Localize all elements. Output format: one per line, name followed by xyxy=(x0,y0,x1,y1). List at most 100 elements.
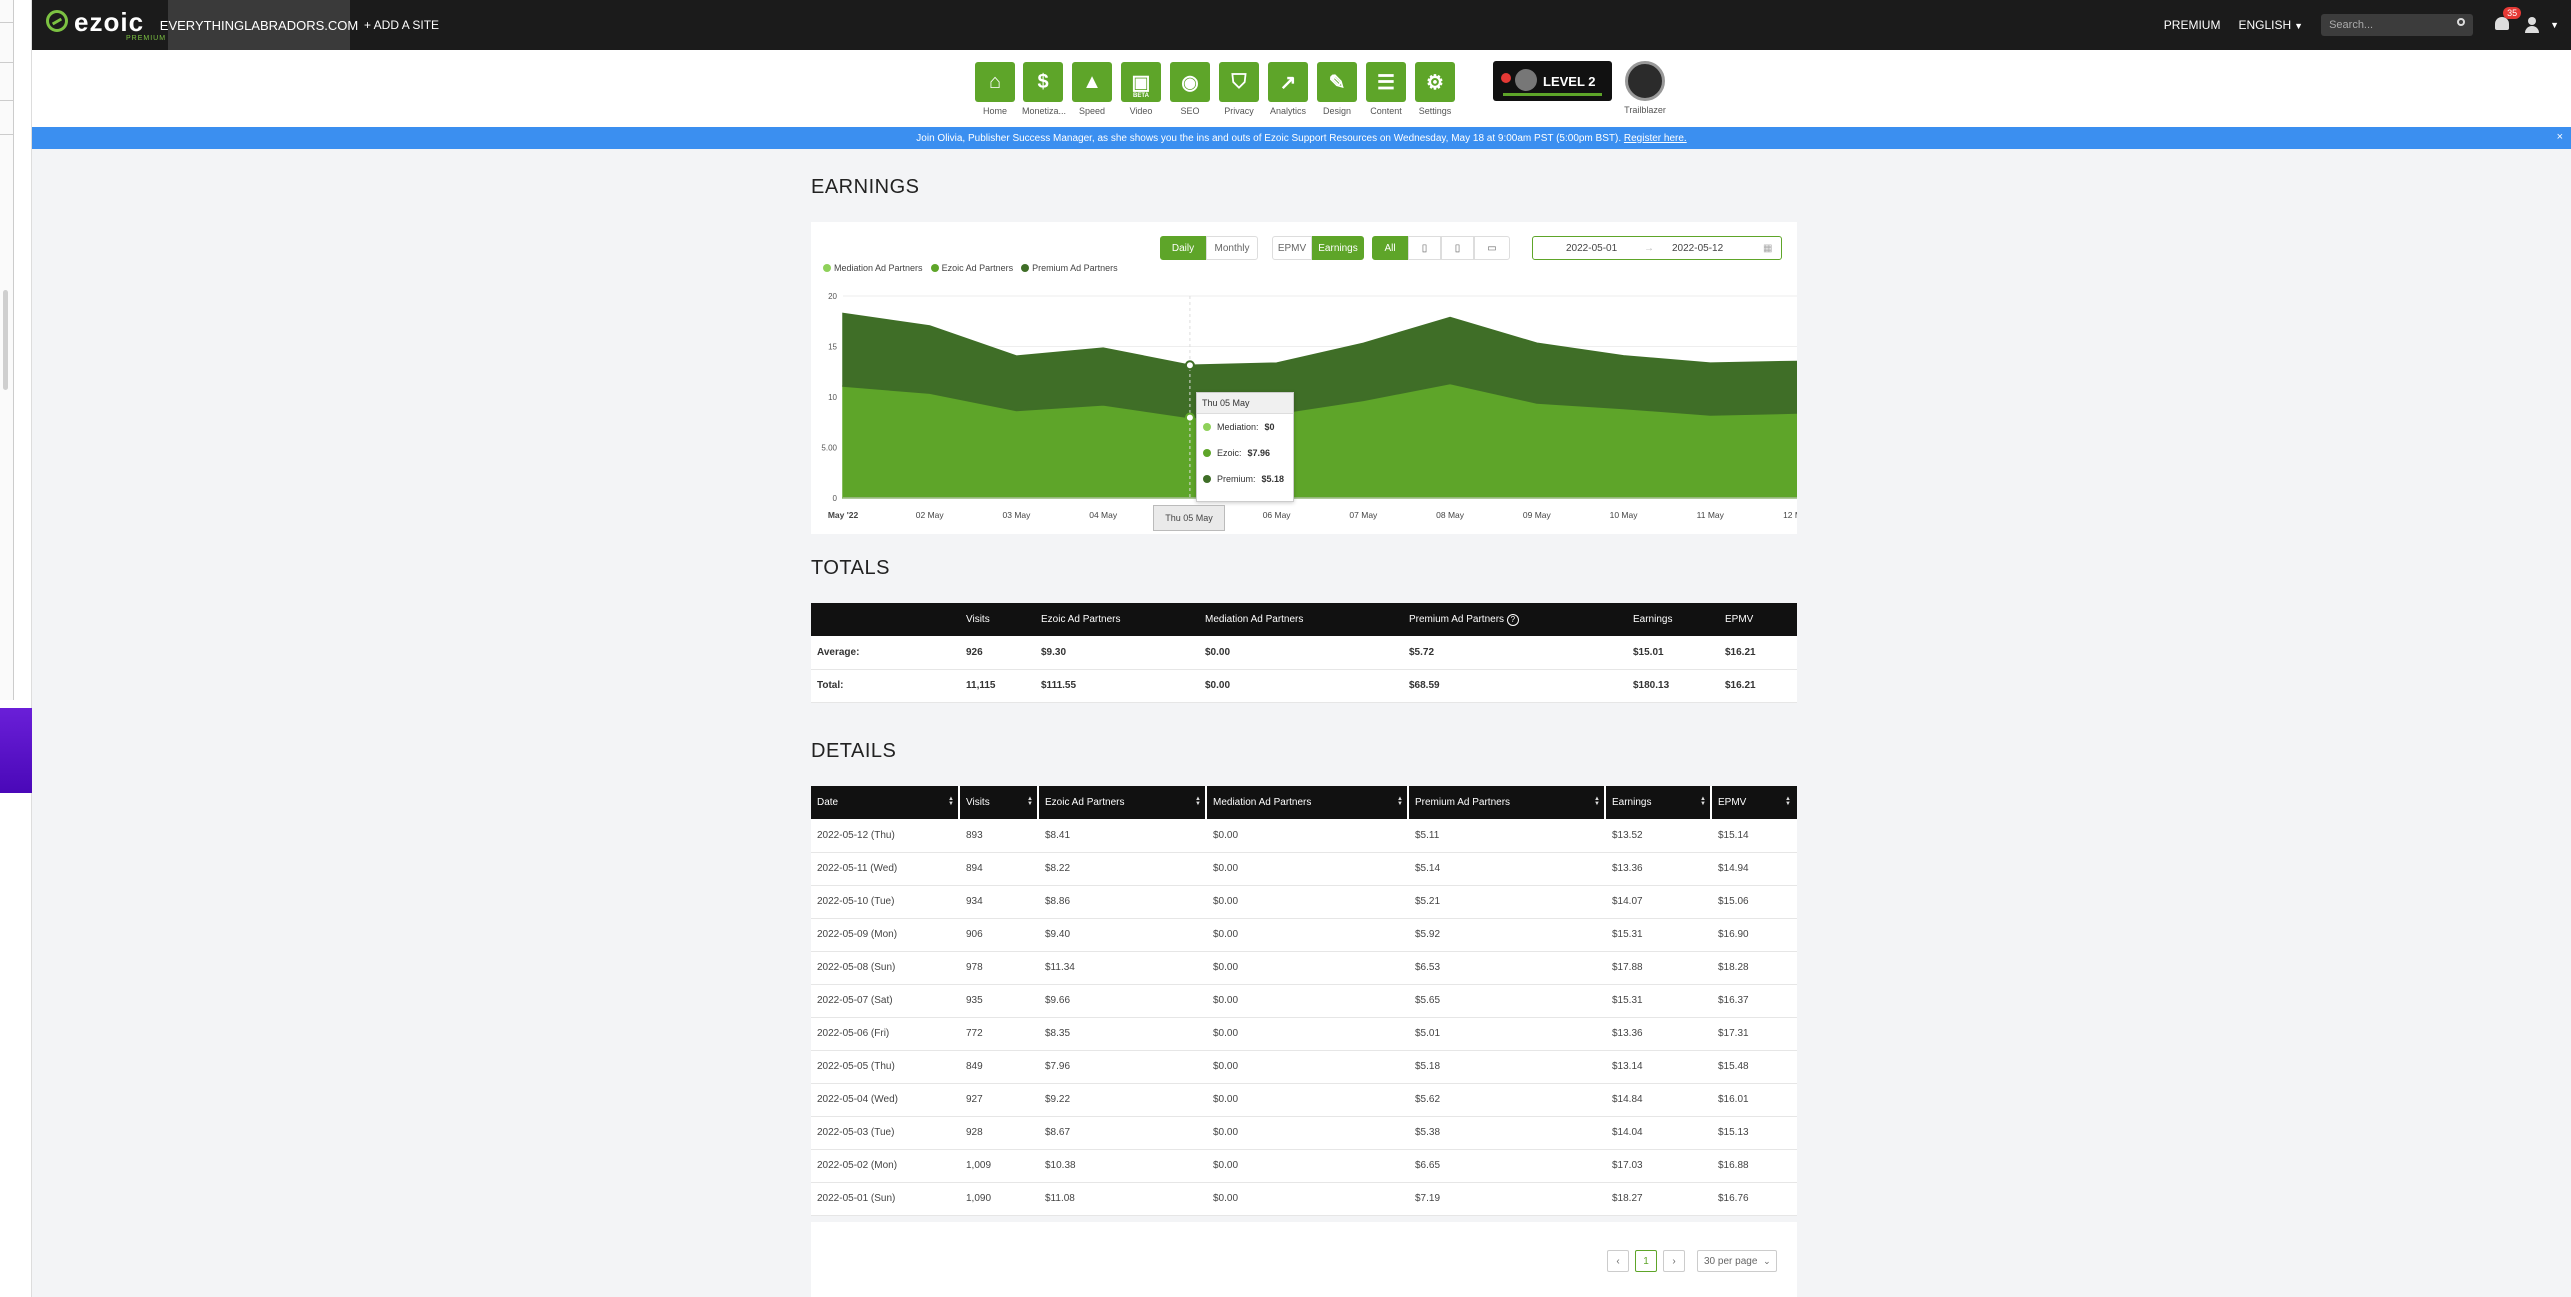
table-cell: $7.96 xyxy=(1039,1050,1207,1084)
table-cell: $0.00 xyxy=(1207,1017,1409,1051)
totals-header: EPMV xyxy=(1719,603,1797,636)
search-input[interactable]: Search... xyxy=(2321,14,2474,36)
x-axis-highlight: Thu 05 May xyxy=(1153,505,1225,531)
table-cell: $14.84 xyxy=(1606,1083,1712,1117)
level-label: LEVEL 2 xyxy=(1543,73,1596,89)
earnings-area-chart[interactable]: 0 5.00 10 15 20 May '22 02 May 03 May 04 May 06 M… xyxy=(811,222,1797,534)
per-page-select[interactable]: 30 per page ⌄ xyxy=(1697,1250,1777,1272)
language-label: ENGLISH xyxy=(2238,18,2292,32)
user-icon[interactable] xyxy=(2525,17,2540,33)
ezoic-logo[interactable]: ezoic PREMIUM xyxy=(46,9,165,42)
sort-icon[interactable]: ▲ ▼ xyxy=(1397,796,1403,807)
table-cell: $6.65 xyxy=(1409,1149,1606,1183)
nav-content[interactable]: ☰ Content xyxy=(1365,62,1407,116)
totals-header-label: Premium Ad Partners xyxy=(1409,613,1505,625)
premium-link[interactable]: PREMIUM xyxy=(2164,18,2221,32)
caret-down-icon[interactable]: ▼ xyxy=(2550,20,2559,30)
level-badge[interactable]: LEVEL 2 xyxy=(1493,61,1612,101)
table-cell: 978 xyxy=(960,951,1039,985)
nav-analytics[interactable]: ↗ Analytics xyxy=(1267,62,1309,116)
table-cell: 2022-05-01 (Sun) xyxy=(811,1182,960,1216)
close-icon[interactable]: × xyxy=(2557,131,2563,143)
table-row: 2022-05-03 (Tue) 928 $8.67 $0.00 $5.38 $14.04… xyxy=(811,1116,1797,1150)
per-page-value: 30 per page xyxy=(1704,1255,1758,1267)
table-cell: $18.28 xyxy=(1712,951,1797,985)
prev-page-button[interactable]: ‹ xyxy=(1607,1250,1629,1272)
nav-label: Home xyxy=(982,106,1007,116)
earnings-chart-card: Daily Monthly EPMV Earnings All ▯ ▯ ▭ 20… xyxy=(811,222,1797,534)
table-cell: $16.37 xyxy=(1712,984,1797,1018)
notifications-button[interactable]: 35 xyxy=(2495,7,2522,33)
sort-icon[interactable]: ▲ ▼ xyxy=(1195,796,1201,807)
trailblazer-avatar-icon xyxy=(1625,61,1665,101)
y-tick-label: 0 xyxy=(833,494,838,503)
totals-title: TOTALS xyxy=(811,557,890,579)
table-cell: $5.92 xyxy=(1409,918,1606,952)
table-cell: 928 xyxy=(960,1116,1039,1150)
table-cell: $16.88 xyxy=(1712,1149,1797,1183)
search-icon[interactable] xyxy=(2457,18,2466,26)
sort-icon[interactable]: ▲ ▼ xyxy=(1594,796,1600,807)
nav-video[interactable]: ▣ BETA Video xyxy=(1120,62,1162,116)
sort-icon[interactable]: ▲ ▼ xyxy=(1700,796,1706,807)
hover-point xyxy=(1184,412,1195,423)
sort-icon[interactable]: ▲ ▼ xyxy=(948,796,954,807)
x-tick-label: 09 May xyxy=(1523,510,1552,520)
totals-cell: $5.72 xyxy=(1403,636,1627,670)
nav-monetization[interactable]: $ Monetiza... xyxy=(1022,62,1066,116)
nav-home[interactable]: ⌂ Home xyxy=(974,62,1016,116)
register-link[interactable]: Register here. xyxy=(1624,133,1687,144)
table-cell: $14.94 xyxy=(1712,852,1797,886)
table-cell: 2022-05-02 (Mon) xyxy=(811,1149,960,1183)
help-icon[interactable]: ? xyxy=(1506,613,1519,626)
details-header[interactable]: Visits ▲ ▼ xyxy=(960,786,1039,819)
add-site-link[interactable]: + ADD A SITE xyxy=(364,0,439,50)
design-icon: ✎ xyxy=(1317,62,1357,102)
table-row: 2022-05-07 (Sat) 935 $9.66 $0.00 $5.65 $15.31… xyxy=(811,984,1797,1018)
divider xyxy=(0,134,14,135)
details-header[interactable]: Date ▲ ▼ xyxy=(811,786,960,819)
table-cell: $13.14 xyxy=(1606,1050,1712,1084)
scrollbar-thumb[interactable] xyxy=(3,290,8,390)
details-header[interactable]: Premium Ad Partners ▲ ▼ xyxy=(1409,786,1606,819)
nav-privacy[interactable]: ⛉ Privacy xyxy=(1218,62,1260,116)
table-cell: 906 xyxy=(960,918,1039,952)
sort-icon[interactable]: ▲ ▼ xyxy=(1785,796,1791,807)
language-selector[interactable]: ENGLISH ▼ xyxy=(2238,18,2303,32)
table-cell: $15.31 xyxy=(1606,984,1712,1018)
site-selector[interactable]: EVERYTHINGLABRADORS.COM xyxy=(160,0,358,50)
pagination: ‹ 1 › 30 per page ⌄ xyxy=(1607,1250,1777,1272)
table-cell: $0.00 xyxy=(1207,1050,1409,1084)
table-cell: 2022-05-08 (Sun) xyxy=(811,951,960,985)
x-tick-label: 02 May xyxy=(916,510,945,520)
nav-design[interactable]: ✎ Design xyxy=(1316,62,1358,116)
trailblazer-badge[interactable]: Trailblazer xyxy=(1623,61,1667,115)
details-header[interactable]: EPMV ▲ ▼ xyxy=(1712,786,1797,819)
chart-tooltip: Thu 05 May Mediation: $0 Ezoic: $7.96 Prem… xyxy=(1196,392,1294,502)
table-cell: $15.31 xyxy=(1606,918,1712,952)
details-header[interactable]: Ezoic Ad Partners ▲ ▼ xyxy=(1039,786,1207,819)
table-cell: 2022-05-07 (Sat) xyxy=(811,984,960,1018)
details-header[interactable]: Mediation Ad Partners ▲ ▼ xyxy=(1207,786,1409,819)
totals-header: Earnings xyxy=(1627,603,1719,636)
table-cell: $5.62 xyxy=(1409,1083,1606,1117)
table-cell: 894 xyxy=(960,852,1039,886)
next-page-button[interactable]: › xyxy=(1663,1250,1685,1272)
nav-label: Video xyxy=(1129,106,1153,116)
details-header[interactable]: Earnings ▲ ▼ xyxy=(1606,786,1712,819)
table-cell: $17.03 xyxy=(1606,1149,1712,1183)
x-tick-label: 10 May xyxy=(1610,510,1639,520)
level-progress-bar xyxy=(1503,93,1602,96)
table-cell: $14.04 xyxy=(1606,1116,1712,1150)
banner-text: Join Olivia, Publisher Success Manager, … xyxy=(916,132,1622,144)
table-cell: $0.00 xyxy=(1207,885,1409,919)
page-1-button[interactable]: 1 xyxy=(1635,1250,1657,1272)
search-placeholder: Search... xyxy=(2329,19,2374,31)
nav-settings[interactable]: ⚙ Settings xyxy=(1414,62,1456,116)
table-row: 2022-05-04 (Wed) 927 $9.22 $0.00 $5.62 $14.84… xyxy=(811,1083,1797,1117)
sort-icon[interactable]: ▲ ▼ xyxy=(1027,796,1033,807)
nav-seo[interactable]: ◉ SEO xyxy=(1169,62,1211,116)
tooltip-dot xyxy=(1203,449,1211,457)
nav-speed[interactable]: ▲ Speed xyxy=(1071,62,1113,116)
table-row: 2022-05-01 (Sun) 1,090 $11.08 $0.00 $7.19 $18… xyxy=(811,1182,1797,1216)
